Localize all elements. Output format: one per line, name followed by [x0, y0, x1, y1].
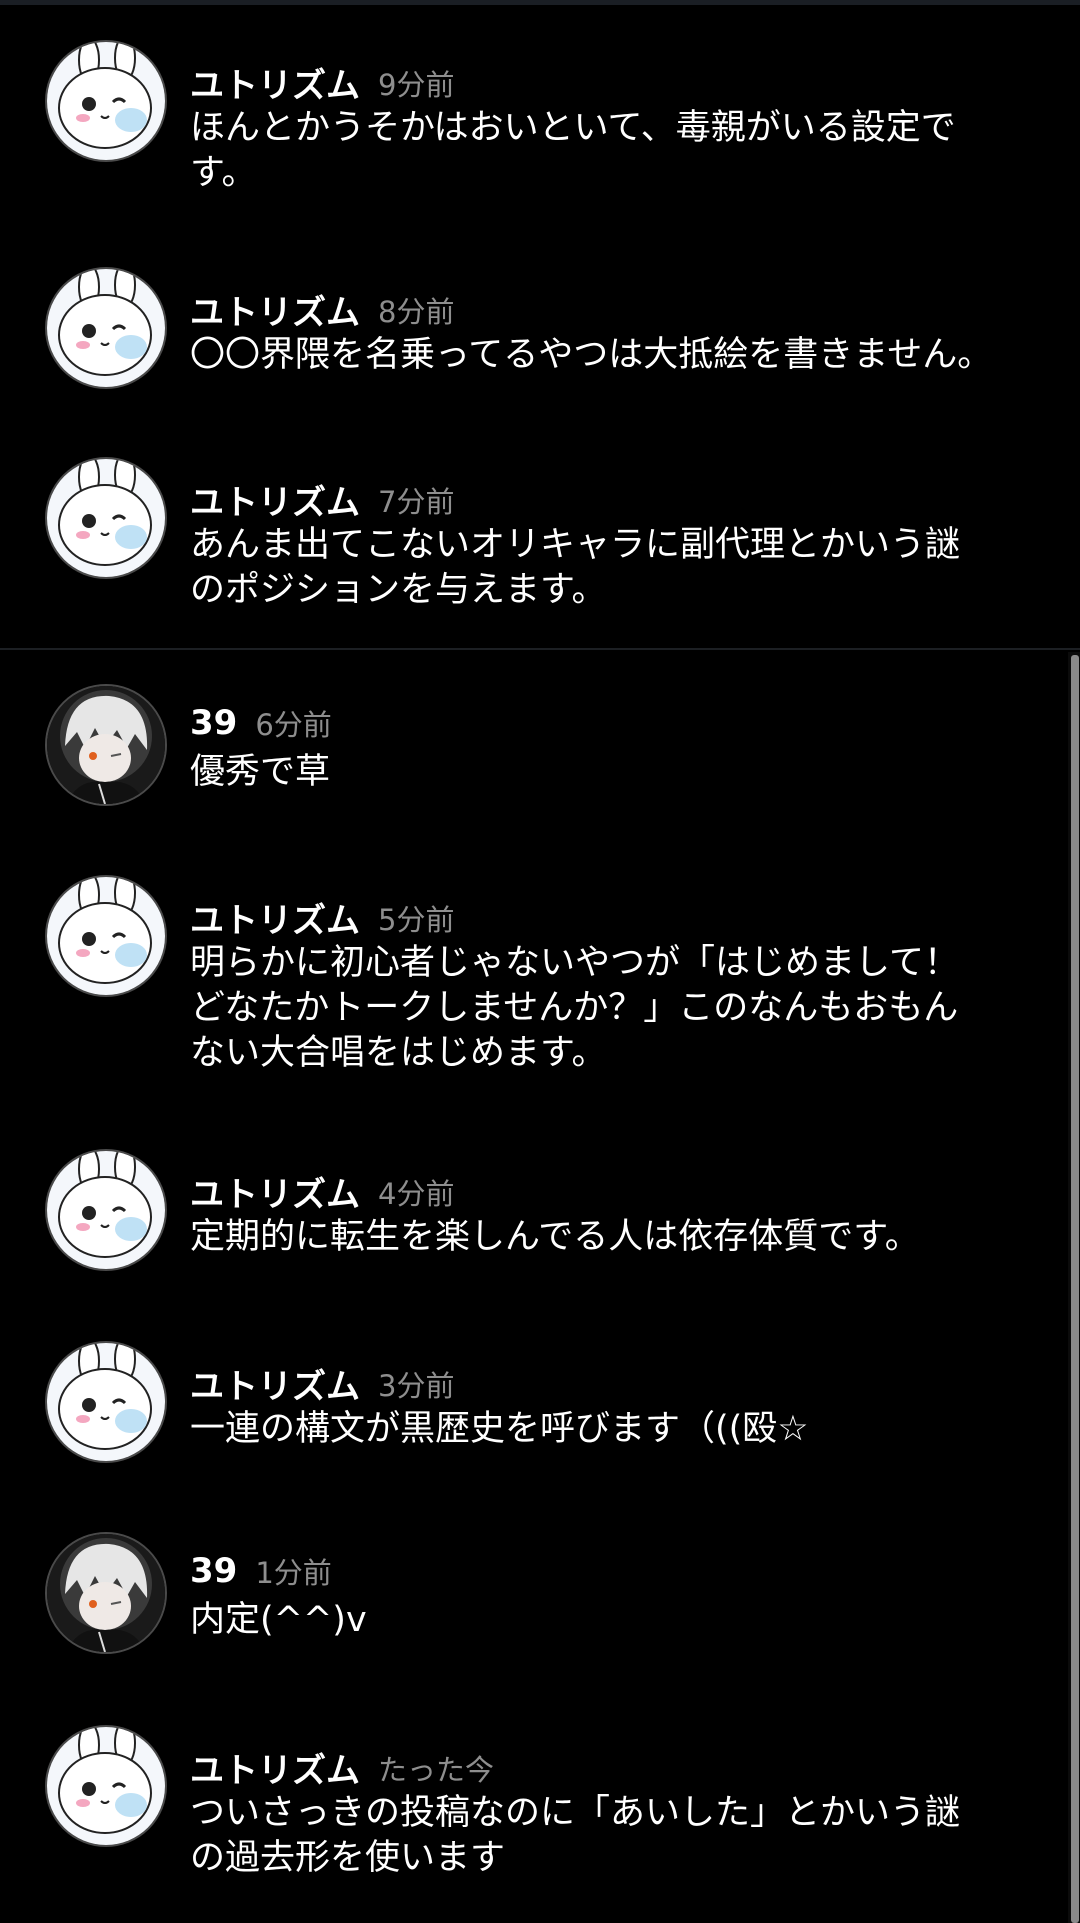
message-text: 内定(^^)v	[190, 1600, 367, 1640]
message-header: 39 6分前	[190, 702, 332, 743]
message-header: ユトリズム 4分前	[190, 1167, 454, 1215]
message-text: ついさっきの投稿なのに「あいした」とかいう謎 の過去形を使います	[190, 1793, 961, 1878]
bunny-avatar-icon[interactable]	[45, 875, 167, 997]
scrollbar-thumb[interactable]	[1071, 655, 1079, 1923]
timestamp: 1分前	[255, 1556, 332, 1590]
message-header: 39 1分前	[190, 1550, 332, 1591]
bunny-avatar-icon[interactable]	[45, 40, 167, 162]
bunny-avatar-icon[interactable]	[45, 1341, 167, 1463]
message-text: あんま出てこないオリキャラに副代理とかいう謎 のポジションを与えます。	[190, 525, 961, 610]
message-header: ユトリズム たった今	[190, 1743, 494, 1791]
bunny-avatar-icon[interactable]	[45, 1149, 167, 1271]
bunny-avatar-icon[interactable]	[45, 267, 167, 389]
bunny-avatar-icon[interactable]	[45, 1725, 167, 1847]
message-text: 一連の構文が黒歴史を呼びます（((殴☆	[190, 1409, 809, 1449]
username[interactable]: ユトリズム	[190, 1751, 360, 1791]
message-header: ユトリズム 9分前	[190, 58, 454, 106]
timestamp: 8分前	[378, 294, 455, 329]
section-divider	[0, 648, 1080, 650]
top-edge-divider	[0, 0, 1080, 5]
username[interactable]: 39	[190, 1551, 237, 1591]
username[interactable]: ユトリズム	[190, 483, 360, 523]
bunny-avatar-icon[interactable]	[45, 457, 167, 579]
message-header: ユトリズム 7分前	[190, 475, 454, 523]
message-header: ユトリズム 5分前	[190, 893, 454, 941]
message-text: 明らかに初心者じゃないやつが「はじめまして！ どなたかトークしませんか？」このな…	[190, 943, 959, 1073]
message-text: 〇〇界隈を名乗ってるやつは大抵絵を書きません。	[190, 335, 993, 375]
timestamp: たった今	[378, 1752, 495, 1787]
username[interactable]: ユトリズム	[190, 901, 360, 941]
message-header: ユトリズム 3分前	[190, 1359, 454, 1407]
username[interactable]: ユトリズム	[190, 1175, 360, 1215]
timestamp: 6分前	[255, 708, 332, 742]
username[interactable]: ユトリズム	[190, 1367, 360, 1407]
username[interactable]: ユトリズム	[190, 66, 360, 106]
timestamp: 9分前	[378, 67, 455, 102]
white-hair-character-avatar-icon[interactable]	[45, 684, 167, 806]
message-header: ユトリズム 8分前	[190, 285, 454, 333]
username[interactable]: 39	[190, 703, 237, 743]
timestamp: 4分前	[378, 1176, 455, 1211]
username[interactable]: ユトリズム	[190, 293, 360, 333]
message-text: ほんとかうそかはおいといて、毒親がいる設定で す。	[190, 108, 956, 193]
timestamp: 7分前	[378, 484, 455, 519]
message-text: 定期的に転生を楽しんでる人は依存体質です。	[190, 1217, 920, 1257]
message-text: 優秀で草	[190, 752, 331, 792]
white-hair-character-avatar-icon[interactable]	[45, 1532, 167, 1654]
timestamp: 5分前	[378, 902, 455, 937]
timestamp: 3分前	[378, 1368, 455, 1403]
